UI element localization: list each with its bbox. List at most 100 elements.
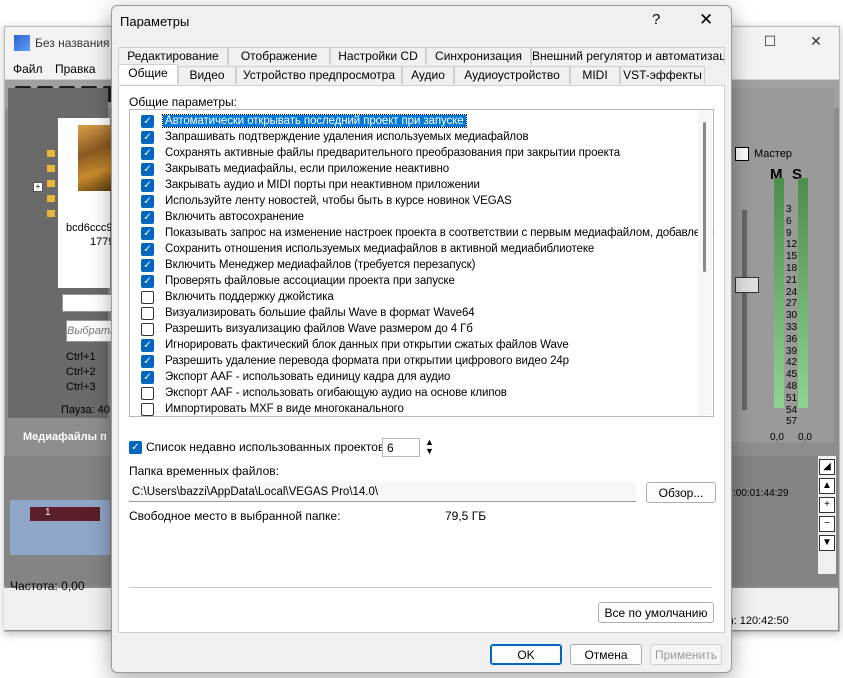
tab-midi[interactable]: MIDI xyxy=(570,66,620,84)
option-checkbox[interactable] xyxy=(141,290,154,304)
option-label: Импортировать MXF в виде многоканального xyxy=(165,403,404,415)
tab-sync[interactable]: Синхронизация xyxy=(426,47,531,65)
meter-mark: 48 xyxy=(786,381,798,392)
meter-mark: 6 xyxy=(786,215,792,227)
temp-folder-path[interactable]: C:\Users\bazzi\AppData\Local\VEGAS Pro\1… xyxy=(129,482,636,502)
close-button[interactable]: ✕ xyxy=(699,10,713,30)
option-row[interactable]: ✓ Закрывать медиафайлы, если приложение н… xyxy=(130,161,695,177)
master-fader[interactable] xyxy=(735,277,759,293)
scroll-up-icon[interactable]: ▲ xyxy=(819,478,835,494)
close-icon[interactable]: ✕ xyxy=(801,33,831,50)
option-row[interactable]: ✓ Сохранить отношения используемых медиаф… xyxy=(130,241,695,257)
option-row[interactable]: Включить поддержку джойстика xyxy=(130,289,695,305)
option-checkbox[interactable]: ✓ xyxy=(141,146,154,160)
option-row[interactable]: ✓ Сохранять активные файлы предварительно… xyxy=(130,145,695,161)
general-options-list[interactable]: ✓ Автоматически открывать последний проек… xyxy=(129,109,714,417)
option-checkbox[interactable]: ✓ xyxy=(141,162,154,176)
shortcut-1: Ctrl+1 xyxy=(66,351,96,363)
option-row[interactable]: ✓ Экспорт AAF - использовать единицу кадр… xyxy=(130,369,695,385)
media-search-input[interactable]: Выбрать xyxy=(66,320,116,342)
option-row[interactable]: ✓ Закрывать аудио и MIDI порты при неакти… xyxy=(130,177,695,193)
option-checkbox[interactable]: ✓ xyxy=(141,370,154,384)
option-checkbox[interactable]: ✓ xyxy=(141,242,154,256)
option-label: Запрашивать подтверждение удаления испол… xyxy=(165,131,529,143)
tab-vst-effects[interactable]: VST-эффекты xyxy=(620,66,705,84)
master-toggle[interactable] xyxy=(735,147,749,161)
meter-mark: 39 xyxy=(786,345,798,357)
master-fader-track xyxy=(742,210,747,410)
option-row[interactable]: Разрешить визуализацию файлов Wave разме… xyxy=(130,321,695,337)
dialog-title: Параметры xyxy=(120,14,190,29)
media-thumbnail[interactable] xyxy=(78,125,112,191)
option-checkbox[interactable]: ✓ xyxy=(141,354,154,368)
tab-display[interactable]: Отображение xyxy=(228,47,330,65)
meter-mark: 30 xyxy=(786,310,798,322)
menu-file[interactable]: Файл xyxy=(13,62,43,76)
apply-button[interactable]: Применить xyxy=(650,644,722,665)
media-panel-tab[interactable]: Медиафайлы п xyxy=(23,431,107,443)
option-checkbox[interactable] xyxy=(141,386,154,400)
option-checkbox[interactable]: ✓ xyxy=(141,194,154,208)
reset-defaults-button[interactable]: Все по умолчанию xyxy=(598,602,714,623)
tab-editing[interactable]: Редактирование xyxy=(118,47,228,65)
option-row[interactable]: Импортировать MXF в виде многоканального xyxy=(130,401,695,416)
option-row[interactable]: Визуализировать большие файлы Wave в фор… xyxy=(130,305,695,321)
option-checkbox[interactable] xyxy=(141,306,154,320)
option-checkbox[interactable]: ✓ xyxy=(141,258,154,272)
master-label: Мастер xyxy=(754,148,793,160)
tab-audio[interactable]: Аудио xyxy=(402,66,454,84)
tab-preview-device[interactable]: Устройство предпросмотра xyxy=(236,66,402,84)
recent-projects-row: ✓ Список недавно использованных проектов… xyxy=(129,440,388,454)
background-app-title: Без названия xyxy=(35,36,110,50)
free-space-value: 79,5 ГБ xyxy=(445,509,487,523)
ok-button[interactable]: OK xyxy=(490,644,562,665)
scroll-down-icon[interactable]: ▼ xyxy=(819,535,835,551)
option-row[interactable]: ✓ Включить Менеджер медиафайлов (требуетс… xyxy=(130,257,695,273)
option-checkbox[interactable]: ✓ xyxy=(141,210,154,224)
option-checkbox[interactable]: ✓ xyxy=(141,338,154,352)
tab-general[interactable]: Общие xyxy=(118,64,178,84)
option-checkbox[interactable]: ✓ xyxy=(141,178,154,192)
option-row[interactable]: ✓ Запрашивать подтверждение удаления испо… xyxy=(130,129,695,145)
browse-button[interactable]: Обзор... xyxy=(646,482,716,503)
marker-icon[interactable]: ◢ xyxy=(819,459,835,475)
spin-arrows-icon[interactable]: ▲ ▼ xyxy=(425,438,434,456)
option-checkbox[interactable] xyxy=(141,402,154,416)
option-row[interactable]: ✓ Включить автосохранение xyxy=(130,209,695,225)
option-checkbox[interactable]: ✓ xyxy=(141,274,154,288)
option-row[interactable]: Экспорт AAF - использовать огибающую ауд… xyxy=(130,385,695,401)
option-checkbox[interactable]: ✓ xyxy=(141,114,154,128)
tab-audio-device[interactable]: Аудиоустройство xyxy=(454,66,570,84)
meter-mark: 42 xyxy=(786,357,798,369)
maximize-icon[interactable]: ☐ xyxy=(755,33,785,50)
cancel-button[interactable]: Отмена xyxy=(570,644,642,665)
option-row[interactable]: ✓ Показывать запрос на изменение настроек… xyxy=(130,225,713,241)
option-row[interactable]: ✓ Проверять файловые ассоциации проекта п… xyxy=(130,273,695,289)
option-checkbox[interactable]: ✓ xyxy=(141,130,154,144)
option-checkbox[interactable] xyxy=(141,322,154,336)
option-row[interactable]: ✓ Используйте ленту новостей, чтобы быть … xyxy=(130,193,695,209)
zoom-out-icon[interactable]: − xyxy=(819,516,835,532)
meter-mark: 3 xyxy=(786,204,792,215)
folder-icon xyxy=(47,210,55,217)
list-scrollbar-thumb[interactable] xyxy=(703,122,706,272)
tab-external-control[interactable]: Внешний регулятор и автоматизац xyxy=(531,47,725,65)
option-row[interactable]: ✓ Игнорировать фактический блок данных пр… xyxy=(130,337,695,353)
tab-cd-settings[interactable]: Настройки CD xyxy=(330,47,426,65)
zoom-slider[interactable] xyxy=(62,294,114,312)
menu-edit[interactable]: Правка xyxy=(55,62,96,76)
expand-icon[interactable]: + xyxy=(33,182,43,192)
meter-value-left: 0,0 xyxy=(770,432,784,443)
tab-row-1: Редактирование Отображение Настройки CD … xyxy=(118,47,725,65)
zoom-in-icon[interactable]: + xyxy=(819,497,835,513)
recent-projects-count-input[interactable]: 6 xyxy=(382,438,420,457)
option-row[interactable]: ✓ Разрешить удаление перевода формата при… xyxy=(130,353,695,369)
list-scrollbar[interactable] xyxy=(698,110,712,415)
meter-mark: 45 xyxy=(786,369,798,381)
recent-projects-checkbox[interactable]: ✓ xyxy=(129,440,142,454)
option-row[interactable]: ✓ Автоматически открывать последний проек… xyxy=(130,113,695,129)
option-checkbox[interactable]: ✓ xyxy=(141,226,154,240)
tab-video[interactable]: Видео xyxy=(178,66,236,84)
help-button[interactable]: ? xyxy=(652,11,660,28)
track-number: 1 xyxy=(30,507,100,521)
